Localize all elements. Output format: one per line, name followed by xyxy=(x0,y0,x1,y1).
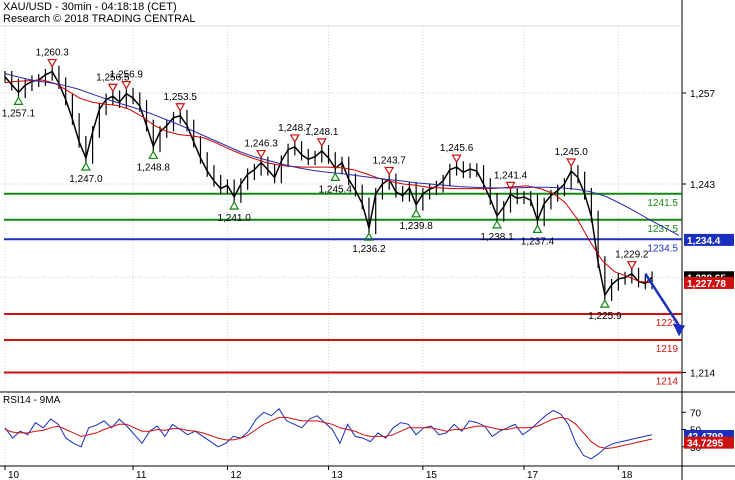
x-tick-label: 10 xyxy=(8,470,20,480)
support-marker xyxy=(13,96,24,105)
price-tag-label: 1,227.78 xyxy=(687,279,726,290)
annotation-label: 1,256.9 xyxy=(110,70,144,81)
resistance-marker xyxy=(626,261,637,270)
annotation-label: 1,257.1 xyxy=(2,108,36,119)
annotation-label: 1,243.7 xyxy=(372,155,406,166)
annotation-label: 1,239.8 xyxy=(399,221,433,232)
annotation-label: 1,241.0 xyxy=(217,213,251,224)
price-tag-label: 1,234.4 xyxy=(687,236,721,247)
y-tick-label: 1,257 xyxy=(690,89,715,100)
annotation-label: 1,253.5 xyxy=(164,92,198,103)
annotation-label: 1,236.2 xyxy=(352,244,386,255)
resistance-marker xyxy=(289,134,300,144)
y-tick-label: 1,243 xyxy=(690,180,715,191)
resistance-marker xyxy=(107,83,118,93)
annotation-label: 1,229.2 xyxy=(615,250,649,261)
annotations: 1,260.31,257.11,256.51,256.91,247.01,253… xyxy=(2,48,649,323)
level-label: 1234.5 xyxy=(647,243,678,254)
annotation-label: 1,247.0 xyxy=(69,174,103,185)
support-marker xyxy=(411,208,422,218)
level-lines: 1241.51237.51234.5122312191214 xyxy=(4,192,682,388)
resistance-marker xyxy=(451,154,462,164)
rsi-y-tick-label: 70 xyxy=(690,408,702,419)
annotation-label: 1,238.1 xyxy=(480,232,514,243)
resistance-marker xyxy=(384,166,395,176)
annotation-label: 1,237.4 xyxy=(521,236,555,247)
support-marker xyxy=(532,224,543,233)
rsi-tag-label: 34.7295 xyxy=(687,439,724,450)
annotation-label: 1,245.0 xyxy=(554,147,588,158)
annotation-label: 1,225.9 xyxy=(588,311,622,322)
x-tick-label: 13 xyxy=(332,470,344,480)
resistance-marker xyxy=(316,138,327,148)
support-marker xyxy=(80,161,91,171)
x-tick-label: 15 xyxy=(426,470,438,480)
rsi-panel: RSI14 - 9MA70503042.479934.7295 xyxy=(3,395,734,460)
annotation-label: 1,245.4 xyxy=(319,184,353,195)
resistance-marker xyxy=(256,149,267,159)
support-marker xyxy=(491,219,503,229)
resistance-marker xyxy=(566,158,577,168)
y-tick-label: 1,214 xyxy=(690,369,715,380)
resistance-marker xyxy=(47,58,58,68)
annotation-label: 1,248.8 xyxy=(137,162,171,173)
support-marker xyxy=(148,150,159,159)
x-tick-label: 12 xyxy=(230,470,242,480)
x-tick-label: 17 xyxy=(527,470,539,480)
level-label: 1219 xyxy=(656,344,679,355)
level-label: 1241.5 xyxy=(647,198,678,209)
resistance-marker xyxy=(175,103,186,112)
annotation-label: 1,260.3 xyxy=(35,48,69,59)
annotation-label: 1,245.6 xyxy=(440,143,474,154)
rsi-title: RSI14 - 9MA xyxy=(3,395,61,406)
support-marker xyxy=(229,200,240,210)
x-tick-label: 11 xyxy=(136,470,147,480)
x-tick-label: 18 xyxy=(621,470,633,480)
forecast-arrow-head xyxy=(673,323,685,337)
support-marker xyxy=(599,298,610,308)
annotation-label: 1,241.4 xyxy=(494,170,528,181)
annotation-label: 1,248.1 xyxy=(305,127,339,138)
support-marker xyxy=(330,172,341,181)
annotation-label: 1,246.3 xyxy=(244,139,278,150)
level-label: 1214 xyxy=(656,377,679,388)
chart-canvas: 1241.51237.51234.5122312191214 1,260.31,… xyxy=(0,0,735,480)
price-series xyxy=(4,65,685,337)
